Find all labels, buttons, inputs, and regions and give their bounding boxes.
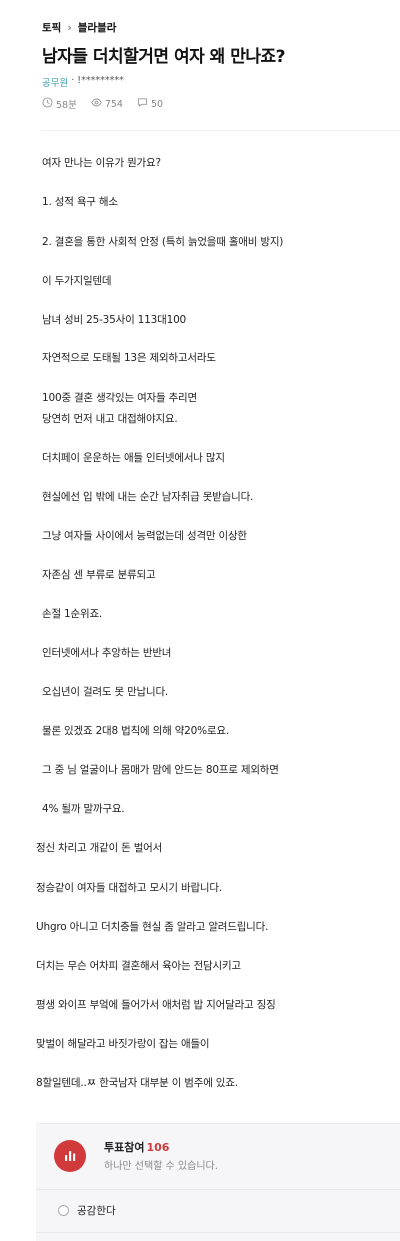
clock-icon: [42, 97, 53, 111]
post-title: 남자들 더치할거면 여자 왜 만나죠?: [42, 47, 286, 67]
body-line: 8할일텐데..ㅉ 한국남자 대부분 이 범주에 있죠.: [36, 1077, 238, 1089]
body-line: 자존심 센 부류로 분류되고: [42, 569, 156, 581]
body-line: 정승같이 여자들 대접하고 모시기 바랍니다.: [36, 882, 222, 894]
breadcrumb-board[interactable]: 블라블라: [78, 20, 117, 35]
body-line: 자연적으로 도태될 13은 제외하고서라도: [42, 352, 216, 364]
body-line: Uhgro 아니고 더치충들 현실 좀 알라고 알려드립니다.: [36, 921, 269, 933]
body-line: 남녀 성비 25-35사이 113대100: [42, 314, 187, 326]
bar-chart-icon: [54, 1140, 86, 1172]
stat-time: 58분: [42, 97, 77, 111]
body-line: 더치페이 운운하는 애들 인터넷에서나 많지: [42, 452, 225, 464]
post-stats: 58분 754 50: [42, 97, 163, 111]
body-line: 평생 와이프 부엌에 들어가서 애처럼 밥 지어달라고 징징: [36, 999, 276, 1011]
time-value: 58분: [56, 100, 77, 111]
header-divider: [42, 130, 400, 131]
poll-divider: [36, 1232, 400, 1233]
body-line: 당연히 먼저 내고 대접해야지요.: [42, 413, 178, 425]
breadcrumb-topic[interactable]: 토픽: [42, 20, 61, 35]
body-line: 오십년이 걸려도 못 만납니다.: [42, 686, 169, 698]
body-line: 그 중 님 얼굴이나 몸매가 맘에 안드는 80프로 제외하면: [42, 764, 279, 776]
poll-divider: [36, 1189, 400, 1190]
comment-icon: [137, 97, 148, 111]
poll-subtitle: 하나만 선택할 수 있습니다.: [104, 1161, 218, 1172]
body-line: 2. 결혼을 통한 사회적 안정 (특히 늙었을때 홀애비 방지): [42, 236, 284, 248]
body-line: 손절 1순위죠.: [42, 608, 103, 620]
body-line: 4% 될까 말까구요.: [42, 803, 125, 815]
body-line: 1. 성적 욕구 해소: [42, 196, 118, 208]
eye-icon: [91, 97, 102, 111]
views-value: 754: [104, 98, 123, 110]
body-line: 더치는 무슨 어차피 결혼해서 육아는 전담시키고: [36, 960, 241, 972]
body-line: 현실에선 입 밖에 내는 순간 남자취급 못받습니다.: [42, 491, 254, 503]
poll-label: 투표참여: [104, 1141, 145, 1154]
body-line: 100중 결혼 생각있는 여자들 추리면: [42, 392, 197, 404]
poll-title: 투표참여 106: [104, 1139, 169, 1155]
post-author: 공무원 · !*********: [42, 75, 124, 89]
radio-button[interactable]: [58, 1205, 69, 1216]
poll-box: 투표참여 106 하나만 선택할 수 있습니다. 공감한다: [36, 1123, 400, 1241]
body-line: 정신 차리고 개같이 돈 벌어서: [36, 842, 163, 854]
comments-value: 50: [150, 98, 164, 110]
author-separator: ·: [71, 75, 75, 86]
body-line: 그냥 여자들 사이에서 능력없는데 성격만 이상한: [42, 530, 247, 542]
body-line: 여자 만나는 이유가 뭔가요?: [42, 157, 161, 169]
stat-comments[interactable]: 50: [137, 97, 163, 111]
poll-count: 106: [146, 1141, 170, 1154]
body-line: 인터넷에서나 추앙하는 반반녀: [42, 647, 172, 659]
author-company[interactable]: 공무원: [42, 75, 68, 89]
body-line: 이 두가지일텐데: [42, 275, 112, 287]
breadcrumb-chevron-icon: ›: [67, 21, 72, 34]
stat-views: 754: [91, 97, 123, 111]
poll-option-label: 공감한다: [77, 1205, 116, 1217]
poll-option[interactable]: 공감한다: [58, 1203, 116, 1218]
body-line: 물론 있겠죠 2대8 법칙에 의해 약20%로요.: [42, 725, 229, 737]
breadcrumb: 토픽 › 블라블라: [42, 20, 116, 35]
author-name: !*********: [77, 75, 124, 86]
body-line: 맞벌이 해달라고 바짓가랑이 잡는 애들이: [36, 1038, 210, 1050]
